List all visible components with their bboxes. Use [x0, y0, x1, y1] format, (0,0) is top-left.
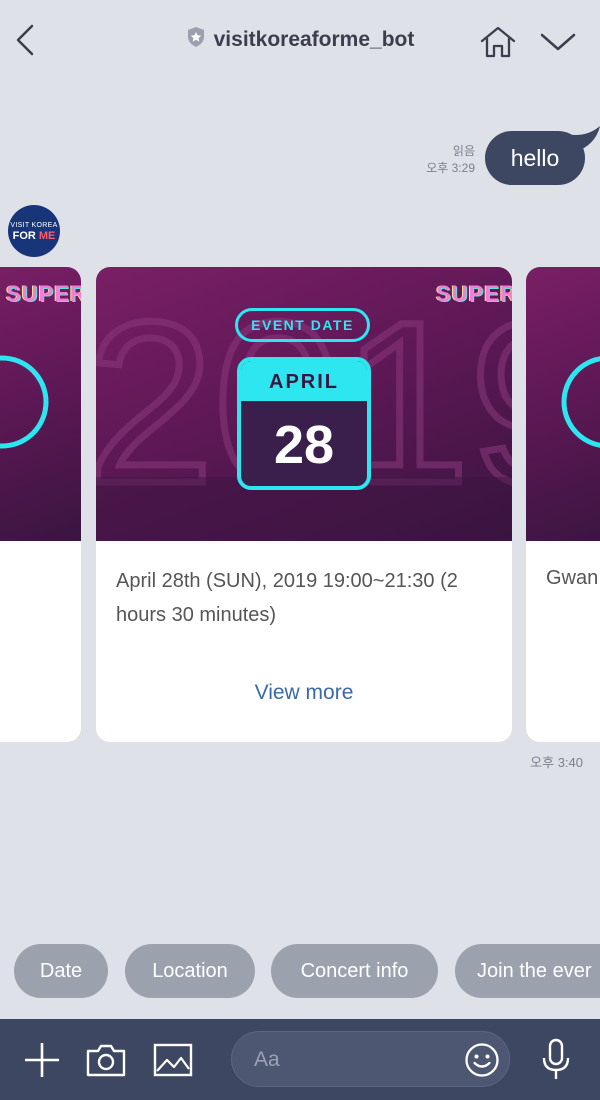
quick-reply-join-event[interactable]: Join the ever: [455, 944, 600, 998]
plus-icon[interactable]: [22, 1040, 62, 1080]
avatar-text-bottom: FOR ME: [12, 230, 56, 242]
carousel-card-event-date[interactable]: 2019 SUPER EVENT DATE APRIL 28 April 28t…: [96, 267, 512, 742]
chat-title: visitkoreaforme_bot: [213, 28, 415, 51]
calendar-icon: APRIL 28: [237, 357, 371, 490]
message-input[interactable]: [252, 1044, 456, 1076]
message-composer: [0, 1019, 600, 1100]
sent-message-meta: 읽음 오후 3:29: [426, 143, 475, 177]
sent-message-text: hello: [510, 144, 560, 171]
calendar-month: APRIL: [241, 361, 367, 401]
image-icon[interactable]: [153, 1043, 193, 1077]
read-receipt: 읽음: [452, 144, 475, 158]
bot-avatar[interactable]: VISIT KOREA FOR ME: [8, 205, 60, 257]
event-date-image: 2019 SUPER EVENT DATE APRIL 28: [96, 267, 512, 541]
quick-reply-concert-info[interactable]: Concert info: [271, 944, 438, 998]
microphone-icon[interactable]: [540, 1038, 572, 1082]
chevron-down-icon[interactable]: [538, 26, 578, 56]
super-logo: SUPER: [436, 281, 512, 306]
carousel-card-next[interactable]: Gwan: [526, 267, 600, 742]
card-text-fragment: Gwan: [546, 567, 599, 589]
card-image: [526, 267, 600, 541]
sent-message-bubble[interactable]: hello: [485, 131, 585, 185]
quick-reply-date[interactable]: Date: [14, 944, 108, 998]
super-logo: SUPER: [6, 281, 81, 306]
event-date-badge: EVENT DATE: [235, 308, 370, 342]
emoji-icon[interactable]: [464, 1042, 500, 1078]
quick-reply-location[interactable]: Location: [125, 944, 255, 998]
shield-icon: [187, 27, 204, 47]
quick-replies: Date Location Concert info Join the ever: [0, 944, 600, 998]
carousel-card-previous[interactable]: SUPER rt: [0, 267, 81, 742]
home-icon[interactable]: [478, 24, 518, 60]
card-description: April 28th (SUN), 2019 19:00~21:30 (2 ho…: [116, 570, 458, 626]
calendar-day: 28: [273, 415, 335, 475]
sent-timestamp: 오후 3:29: [426, 161, 475, 175]
view-more-link[interactable]: View more: [96, 681, 512, 705]
avatar-text-top: VISIT KOREA: [10, 222, 58, 229]
bot-message-timestamp: 오후 3:40: [530, 755, 583, 770]
camera-icon[interactable]: [85, 1042, 127, 1078]
chat-header: visitkoreaforme_bot: [0, 0, 600, 80]
card-image: SUPER: [0, 267, 81, 541]
message-input-wrapper[interactable]: [231, 1031, 510, 1087]
